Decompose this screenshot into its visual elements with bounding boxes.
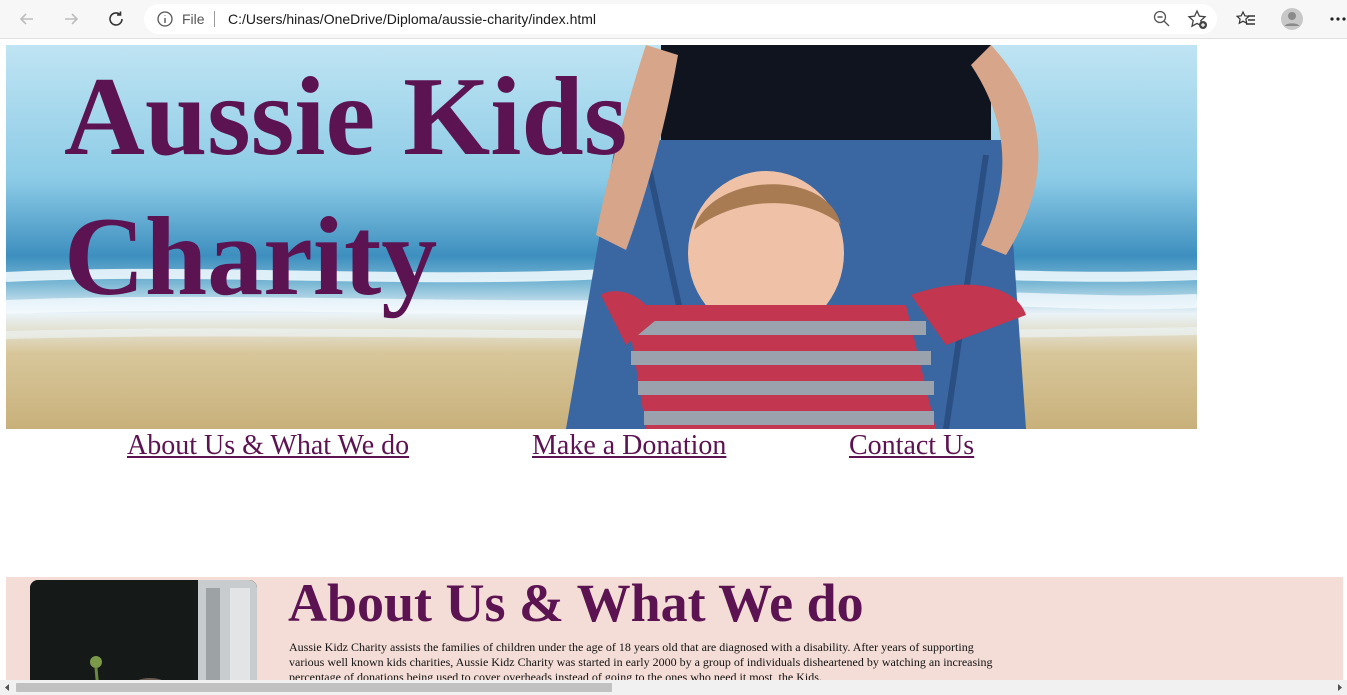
scrollbar-thumb[interactable]: [16, 683, 612, 692]
favorites-icon: [1235, 10, 1255, 25]
info-icon[interactable]: [156, 10, 174, 28]
address-url[interactable]: C:/Users/hinas/OneDrive/Diploma/aussie-c…: [228, 11, 596, 27]
scroll-left-icon[interactable]: [3, 683, 12, 692]
more-icon: [1330, 17, 1346, 21]
profile-button[interactable]: [1279, 6, 1305, 32]
about-photo: [30, 580, 257, 690]
forward-button[interactable]: [58, 6, 84, 32]
address-divider: [214, 11, 215, 27]
more-button[interactable]: [1325, 6, 1347, 32]
add-favorite-icon[interactable]: [1187, 9, 1209, 31]
nav-link-contact[interactable]: Contact Us: [849, 430, 974, 462]
favorites-button[interactable]: [1233, 6, 1259, 32]
hero-banner: Aussie Kids Charity: [6, 45, 1197, 429]
scroll-right-icon[interactable]: [1335, 683, 1344, 692]
about-section: About Us & What We do Aussie Kidz Charit…: [6, 573, 1343, 690]
profile-icon: [1281, 8, 1303, 30]
about-text: Aussie Kidz Charity assists the families…: [289, 640, 993, 684]
nav-link-about[interactable]: About Us & What We do: [127, 430, 409, 462]
back-button[interactable]: [14, 6, 40, 32]
zoom-out-icon[interactable]: [1152, 9, 1172, 29]
refresh-icon: [109, 11, 123, 26]
about-heading: About Us & What We do: [288, 573, 864, 633]
back-icon: [19, 13, 33, 25]
horizontal-scrollbar[interactable]: [0, 680, 1347, 695]
refresh-button[interactable]: [103, 6, 129, 32]
main-nav: About Us & What We do Make a Donation Co…: [0, 430, 1347, 464]
forward-icon: [65, 13, 79, 25]
address-scheme: File: [182, 11, 205, 27]
address-bar[interactable]: File C:/Users/hinas/OneDrive/Diploma/aus…: [144, 4, 1217, 34]
hero-title: Aussie Kids Charity: [64, 55, 628, 319]
nav-link-donation[interactable]: Make a Donation: [532, 430, 726, 462]
browser-toolbar: File C:/Users/hinas/OneDrive/Diploma/aus…: [0, 0, 1347, 39]
